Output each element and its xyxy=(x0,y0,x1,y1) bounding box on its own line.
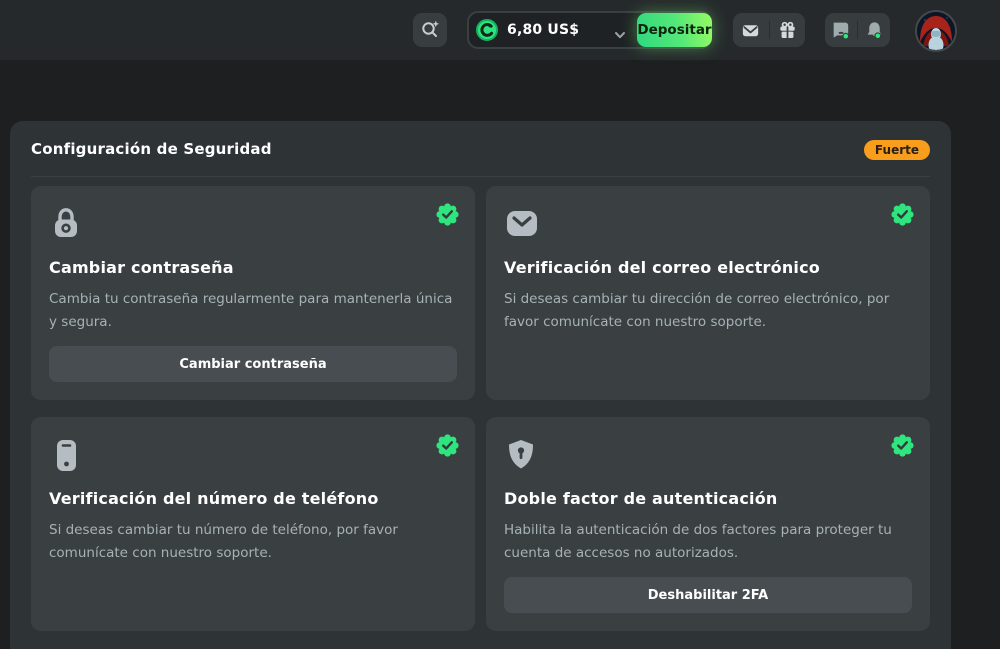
mail-icon xyxy=(504,206,912,242)
wallet-balance: 6,80 US$ xyxy=(507,22,579,38)
panel-header: Configuración de Seguridad Fuerte xyxy=(10,121,951,176)
verified-check-icon xyxy=(436,434,459,461)
top-bar: 6,80 US$ Depositar xyxy=(0,0,1000,60)
bell-icon[interactable] xyxy=(861,17,887,43)
card-title: Doble factor de autenticación xyxy=(504,489,912,508)
card-description: Habilita la autenticación de dos factore… xyxy=(504,519,912,565)
card-change-password: Cambiar contraseña Cambia tu contraseña … xyxy=(31,186,475,400)
verified-check-icon xyxy=(891,203,914,230)
deposit-button[interactable]: Depositar xyxy=(637,13,712,47)
avatar[interactable] xyxy=(915,10,957,52)
change-password-button[interactable]: Cambiar contraseña xyxy=(49,346,457,382)
verified-check-icon xyxy=(436,203,459,230)
page-title: Configuración de Seguridad xyxy=(31,140,272,158)
disable-2fa-button[interactable]: Deshabilitar 2FA xyxy=(504,577,912,613)
coin-icon xyxy=(476,19,498,41)
group-divider xyxy=(857,21,858,39)
card-title: Verificación del número de teléfono xyxy=(49,489,457,508)
security-settings-panel: Configuración de Seguridad Fuerte xyxy=(10,121,951,649)
mail-gift-group xyxy=(733,13,805,47)
lock-icon xyxy=(49,206,457,242)
search-button[interactable] xyxy=(413,13,447,47)
divider xyxy=(31,176,930,177)
security-cards-grid: Cambiar contraseña Cambia tu contraseña … xyxy=(31,186,930,631)
shield-icon xyxy=(504,437,912,473)
chevron-down-icon xyxy=(614,26,626,45)
mail-icon[interactable] xyxy=(738,17,764,43)
security-strength-badge: Fuerte xyxy=(864,140,930,160)
phone-icon xyxy=(49,437,457,473)
gift-icon[interactable] xyxy=(774,17,800,43)
group-divider xyxy=(769,21,770,39)
card-description: Si deseas cambiar tu número de teléfono,… xyxy=(49,519,457,565)
chat-bell-group xyxy=(825,13,890,47)
search-icon xyxy=(419,18,441,43)
card-title: Verificación del correo electrónico xyxy=(504,258,912,277)
chat-icon[interactable] xyxy=(828,17,854,43)
card-title: Cambiar contraseña xyxy=(49,258,457,277)
card-description: Si deseas cambiar tu dirección de correo… xyxy=(504,288,912,334)
card-description: Cambia tu contraseña regularmente para m… xyxy=(49,288,457,334)
card-two-factor-auth: Doble factor de autenticación Habilita l… xyxy=(486,417,930,631)
card-phone-verification: Verificación del número de teléfono Si d… xyxy=(31,417,475,631)
card-email-verification: Verificación del correo electrónico Si d… xyxy=(486,186,930,400)
verified-check-icon xyxy=(891,434,914,461)
